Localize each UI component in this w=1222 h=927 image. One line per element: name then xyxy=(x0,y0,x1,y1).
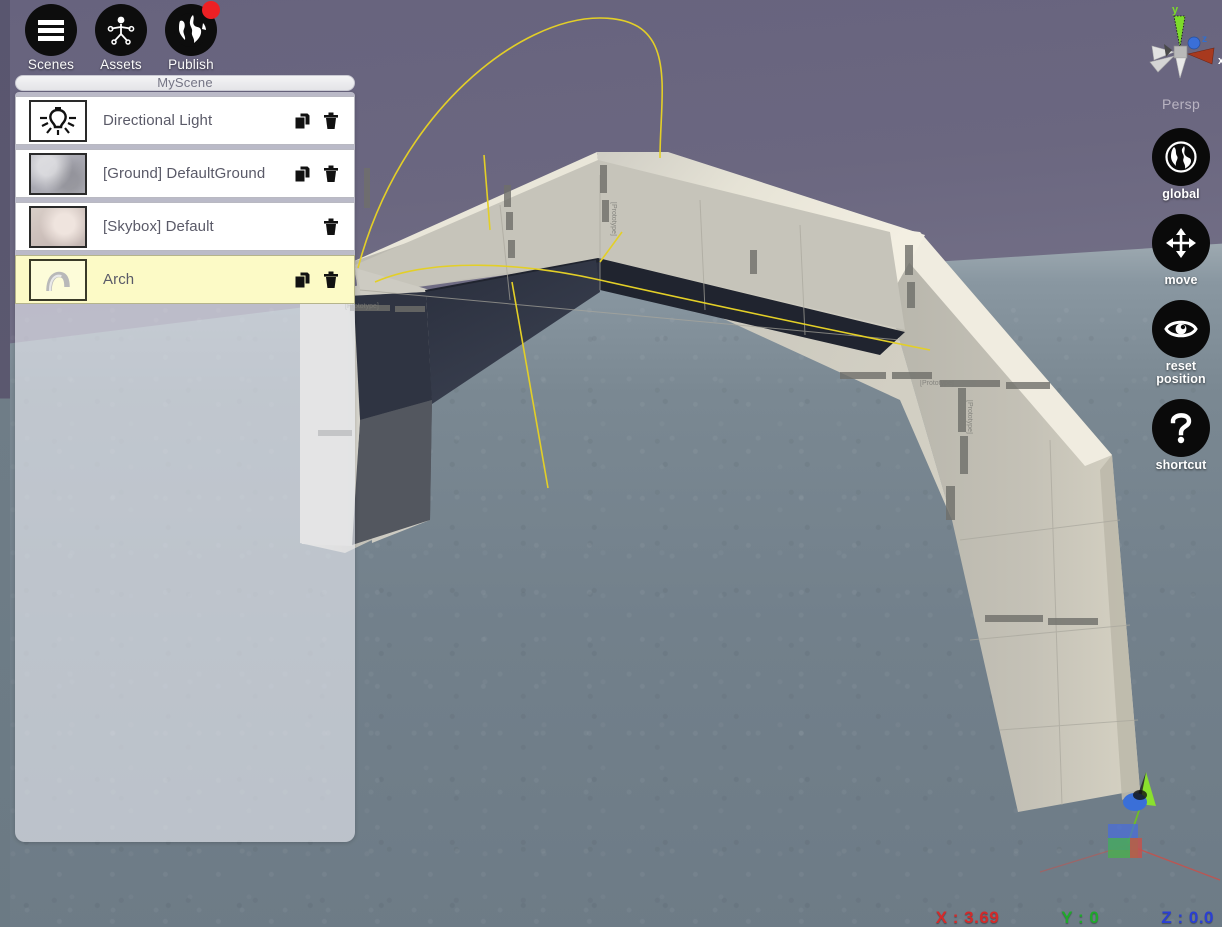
list-item[interactable]: Directional Light xyxy=(15,96,355,145)
tool-stack: global move reset position shortcut xyxy=(1140,128,1222,485)
svg-text:y: y xyxy=(1172,4,1179,16)
svg-text:[Prototype]: [Prototype] xyxy=(610,202,617,236)
arch-shape-icon xyxy=(29,258,87,301)
row-actions xyxy=(294,218,354,236)
tool-label-shortcut: shortcut xyxy=(1155,458,1207,472)
ground-texture-thumbnail xyxy=(29,152,87,195)
nav-label-assets: Assets xyxy=(100,57,142,72)
tool-label-move: move xyxy=(1164,273,1198,287)
coord-x-value: X : 3.69 xyxy=(935,908,1000,927)
tool-shortcut[interactable]: shortcut xyxy=(1140,399,1222,472)
list-item-selected[interactable]: Arch xyxy=(15,255,355,304)
top-navigation: Scenes Assets Publish xyxy=(22,1,220,72)
svg-text:[Prototype]: [Prototype] xyxy=(966,400,973,434)
trash-icon[interactable] xyxy=(322,271,340,289)
skybox-texture-thumbnail xyxy=(29,205,87,248)
nav-item-assets[interactable]: Assets xyxy=(92,4,150,72)
list-item[interactable]: [Ground] DefaultGround xyxy=(15,149,355,198)
trash-icon[interactable] xyxy=(322,112,340,130)
publish-notification-badge xyxy=(202,1,220,19)
row-actions xyxy=(294,112,354,130)
light-bulb-icon xyxy=(29,99,87,142)
tool-label-reset-position: reset position xyxy=(1156,359,1206,386)
duplicate-icon[interactable] xyxy=(294,271,312,289)
axis-orientation-gizmo[interactable]: y x z xyxy=(1136,2,1222,82)
right-toolbar: y x z Persp global move reset position s… xyxy=(1140,0,1222,472)
trash-icon[interactable] xyxy=(322,165,340,183)
nav-label-publish: Publish xyxy=(168,57,214,72)
trash-icon[interactable] xyxy=(322,218,340,236)
list-item-label: [Skybox] Default xyxy=(103,218,214,235)
scene-hierarchy-list: Directional Light [Ground] DefaultGround… xyxy=(15,96,355,308)
row-actions xyxy=(294,271,354,289)
coord-y-value: Y : 0 xyxy=(1061,908,1100,927)
question-mark-icon xyxy=(1152,399,1210,457)
scene-name-header[interactable]: MyScene xyxy=(15,75,355,91)
row-actions xyxy=(294,165,354,183)
list-item[interactable]: [Skybox] Default xyxy=(15,202,355,251)
globe-icon xyxy=(1152,128,1210,186)
tool-reset-position[interactable]: reset position xyxy=(1140,300,1222,386)
list-item-label: Arch xyxy=(103,271,135,288)
tool-label-global: global xyxy=(1162,187,1200,201)
nav-label-scenes: Scenes xyxy=(27,57,75,72)
coord-z-value: Z : 0.0 xyxy=(1161,908,1214,927)
list-item-label: Directional Light xyxy=(103,112,213,129)
svg-text:z: z xyxy=(1202,34,1207,45)
viewport-left-edge xyxy=(0,0,10,927)
svg-text:x: x xyxy=(1218,55,1222,67)
eye-icon xyxy=(1152,300,1210,358)
four-way-arrow-icon xyxy=(1152,214,1210,272)
duplicate-icon[interactable] xyxy=(294,112,312,130)
duplicate-icon[interactable] xyxy=(294,165,312,183)
tool-global[interactable]: global xyxy=(1140,128,1222,201)
hamburger-menu-icon xyxy=(25,4,77,56)
person-figure-icon xyxy=(95,4,147,56)
globe-icon xyxy=(165,1,220,56)
svg-text:[Prototype]: [Prototype] xyxy=(920,380,954,387)
projection-mode-label[interactable]: Persp xyxy=(1140,96,1222,112)
coordinate-readout: X : 3.69 Y : 0 Z : 0.0 xyxy=(0,905,1222,927)
nav-item-publish[interactable]: Publish xyxy=(162,1,220,72)
tool-move[interactable]: move xyxy=(1140,214,1222,287)
nav-item-scenes[interactable]: Scenes xyxy=(22,4,80,72)
list-item-label: [Ground] DefaultGround xyxy=(103,165,266,182)
